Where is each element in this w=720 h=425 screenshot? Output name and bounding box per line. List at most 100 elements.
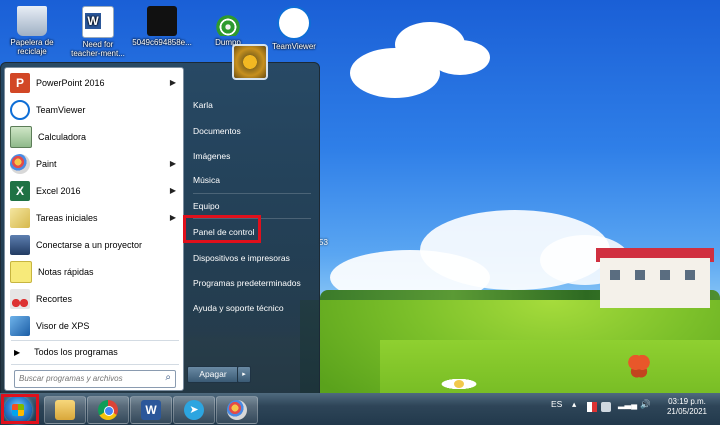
places-item-documentos[interactable]: Documentos — [188, 121, 312, 141]
taskbar-clock[interactable]: 03:19 p.m. 21/05/2021 — [660, 397, 714, 417]
desktop-icon-word-doc[interactable]: Need for teacher-ment... — [66, 6, 130, 58]
submenu-arrow-icon[interactable]: ▶ — [170, 213, 176, 222]
program-label: Paint — [36, 159, 57, 169]
search-icon[interactable]: ⌕ — [165, 372, 171, 383]
taskbar-chrome[interactable] — [87, 396, 129, 424]
divider — [11, 340, 179, 341]
program-proyector[interactable]: Conectarse a un proyector — [8, 233, 180, 257]
house-window — [635, 270, 645, 280]
desktop-icon-image-file[interactable]: 5049c694858e... — [130, 6, 194, 47]
user-picture[interactable] — [232, 44, 268, 80]
start-menu: P PowerPoint 2016 ▶ TeamViewer Calculado… — [0, 62, 320, 394]
projector-icon — [10, 235, 30, 255]
all-programs-button[interactable]: ▶ Todos los programas — [8, 342, 180, 362]
desktop-icon-label: TeamViewer — [272, 42, 316, 51]
submenu-arrow-icon[interactable]: ▶ — [170, 159, 176, 168]
language-indicator[interactable]: ES — [551, 399, 562, 409]
excel-icon: X — [10, 181, 30, 201]
volume-icon[interactable]: 🔊 — [640, 399, 651, 410]
teamviewer-icon — [10, 100, 30, 120]
image-file-icon — [147, 6, 177, 36]
paint-icon — [10, 154, 30, 174]
telegram-icon: ➤ — [184, 400, 204, 420]
teamviewer-icon — [277, 6, 311, 40]
getting-started-icon — [10, 208, 30, 228]
show-hidden-icons-icon[interactable]: ▴ — [572, 399, 576, 410]
clock-time: 03:19 p.m. — [668, 397, 706, 406]
all-programs-label: Todos los programas — [34, 347, 118, 357]
start-menu-programs-pane: P PowerPoint 2016 ▶ TeamViewer Calculado… — [4, 67, 184, 391]
program-label: PowerPoint 2016 — [36, 78, 105, 88]
desktop-icon-label-fragment: 53 — [319, 238, 328, 247]
desktop-icon-dumpp[interactable]: Dumpp — [196, 6, 260, 47]
butterfly-image — [628, 352, 650, 378]
desktop-icon-recycle-bin[interactable]: Papelera de reciclaje — [0, 6, 64, 56]
start-search-box[interactable]: ⌕ — [14, 370, 176, 388]
desktop-icon-label: teacher-ment... — [71, 49, 125, 58]
wifi-app-icon — [213, 6, 243, 36]
places-item-user[interactable]: Karla — [188, 95, 312, 115]
program-label: Conectarse a un proyector — [36, 240, 143, 250]
program-label: TeamViewer — [36, 105, 86, 115]
taskbar-file-explorer[interactable] — [44, 396, 86, 424]
action-center-flag-icon[interactable] — [587, 402, 597, 412]
program-excel[interactable]: X Excel 2016 ▶ — [8, 179, 180, 203]
xps-viewer-icon — [10, 316, 30, 336]
places-item-equipo[interactable]: Equipo — [188, 196, 312, 216]
word-icon: W — [141, 400, 161, 420]
snipping-tool-icon — [10, 289, 30, 309]
cloud — [430, 40, 490, 75]
house-window — [610, 270, 620, 280]
places-item-imagenes[interactable]: Imágenes — [188, 146, 312, 166]
program-notas-rapidas[interactable]: Notas rápidas — [8, 260, 180, 284]
places-item-programas-predeterminados[interactable]: Programas predeterminados — [188, 273, 312, 293]
places-item-musica[interactable]: Música — [188, 170, 312, 190]
divider — [193, 193, 311, 194]
desktop-icon-label: Papelera de — [10, 38, 54, 47]
submenu-arrow-icon[interactable]: ▶ — [170, 186, 176, 195]
program-visor-xps[interactable]: Visor de XPS — [8, 314, 180, 338]
desktop-icon-label: Need for — [82, 40, 114, 49]
start-search-input[interactable] — [15, 371, 157, 385]
desktop-icon-teamviewer[interactable]: TeamViewer — [262, 6, 326, 51]
taskbar-paint[interactable] — [216, 396, 258, 424]
powerpoint-icon: P — [10, 73, 30, 93]
chrome-icon — [98, 400, 118, 420]
program-powerpoint[interactable]: P PowerPoint 2016 ▶ — [8, 71, 180, 95]
program-label: Visor de XPS — [36, 321, 90, 331]
desktop-icon-label: 5049c694858e... — [132, 38, 192, 47]
house — [600, 258, 710, 308]
program-teamviewer[interactable]: TeamViewer — [8, 98, 180, 122]
places-item-ayuda[interactable]: Ayuda y soporte técnico — [188, 298, 312, 318]
start-button-highlight — [1, 394, 39, 424]
program-label: Tareas iniciales — [36, 213, 98, 223]
places-item-dispositivos[interactable]: Dispositivos e impresoras — [188, 248, 312, 268]
program-tareas-iniciales[interactable]: Tareas iniciales ▶ — [8, 206, 180, 230]
taskbar-telegram[interactable]: ➤ — [173, 396, 215, 424]
daisy-flower — [432, 376, 486, 392]
device-icon[interactable] — [601, 402, 611, 412]
program-calculadora[interactable]: Calculadora — [8, 125, 180, 149]
desktop-icon-label: reciclaje — [17, 47, 47, 56]
program-label: Recortes — [36, 294, 73, 304]
program-label: Excel 2016 — [36, 186, 81, 196]
house-window — [660, 270, 670, 280]
calculator-icon — [10, 126, 32, 148]
file-explorer-icon — [55, 400, 75, 420]
recycle-bin-icon — [17, 6, 47, 36]
network-signal-icon[interactable]: ▂▃▄ — [618, 399, 637, 410]
sticky-notes-icon — [10, 261, 32, 283]
word-document-icon — [82, 6, 114, 38]
paint-icon — [227, 400, 247, 420]
divider — [11, 364, 179, 365]
shutdown-options-arrow-icon[interactable]: ▸ — [237, 366, 251, 383]
triangle-right-icon: ▶ — [14, 347, 21, 357]
submenu-arrow-icon[interactable]: ▶ — [170, 78, 176, 87]
house-window — [685, 270, 695, 280]
program-label: Calculadora — [38, 132, 87, 142]
program-recortes[interactable]: Recortes — [8, 287, 180, 311]
panel-de-control-highlight — [183, 215, 261, 243]
taskbar-word[interactable]: W — [130, 396, 172, 424]
shutdown-button[interactable]: Apagar — [187, 366, 239, 383]
program-paint[interactable]: Paint ▶ — [8, 152, 180, 176]
